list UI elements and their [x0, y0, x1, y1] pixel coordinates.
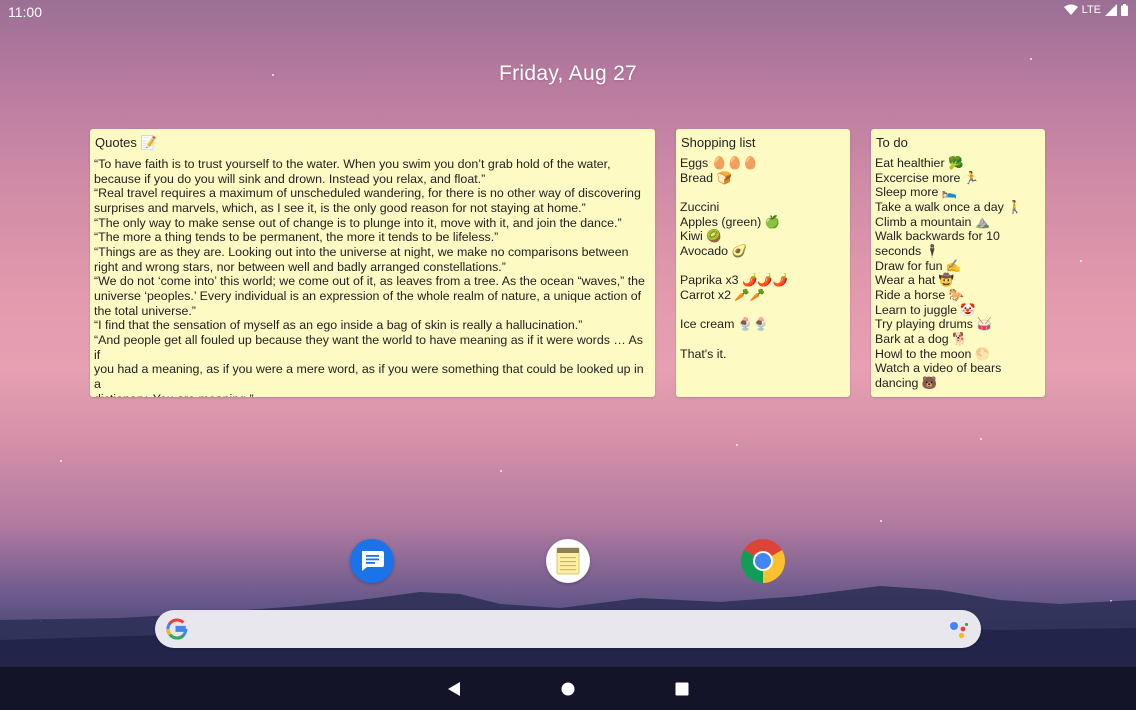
widget-title: To do	[876, 135, 908, 150]
note-line: Ride a horse 🐎	[875, 287, 965, 302]
messages-app-icon[interactable]	[350, 539, 394, 583]
date-widget[interactable]: Friday, Aug 27	[0, 62, 1136, 86]
note-line: “Things are as they are. Looking out int…	[94, 244, 629, 259]
note-line: Avocado 🥑	[680, 243, 747, 258]
note-line: Draw for fun ✍️	[875, 258, 962, 273]
google-assistant-icon[interactable]	[949, 621, 969, 643]
battery-icon	[1121, 4, 1128, 16]
note-line	[680, 303, 846, 318]
note-line	[680, 332, 846, 347]
widget-body: Eggs 🥚🥚🥚 Bread 🍞 Zuccini Apples (green) 🍏 K…	[680, 156, 846, 361]
navigation-bar	[0, 667, 1136, 710]
note-line: Kiwi 🥝	[680, 229, 722, 244]
notes-app-icon[interactable]	[546, 539, 590, 583]
note-line: Eggs 🥚🥚🥚	[680, 156, 758, 170]
note-line: Learn to juggle 🤡	[875, 302, 976, 317]
home-icon[interactable]	[561, 681, 575, 700]
note-line: dictionary. You are meaning.”	[94, 392, 651, 398]
note-line: the total universe.”	[94, 303, 196, 318]
wifi-icon	[1063, 4, 1078, 16]
note-line: Climb a mountain ⛰️	[875, 214, 991, 229]
note-line: “To have faith is to trust yourself to t…	[94, 157, 611, 171]
note-line: Paprika x3 🌶️🌶️🌶️	[680, 273, 789, 288]
widget-body: Eat healthier 🥦 Excercise more 🏃 Sleep mor…	[875, 156, 1041, 391]
back-icon[interactable]	[447, 681, 461, 701]
status-bar: 11:00 LTE	[0, 0, 1136, 24]
note-line: Wear a hat 🤠	[875, 273, 955, 288]
note-line: seconds 🕴️	[875, 243, 941, 258]
note-line: “Real travel requires a maximum of unsch…	[94, 186, 641, 201]
note-line: Howl to the moon 🌕	[875, 346, 991, 361]
recents-icon[interactable]	[675, 681, 689, 700]
note-line: Watch a video of bears	[875, 361, 1002, 376]
quotes-note-widget[interactable]: Quotes 📝 “To have faith is to trust your…	[90, 129, 655, 397]
note-line: “We do not ‘come into’ this world; we co…	[94, 274, 645, 289]
widget-title: Shopping list	[681, 135, 756, 150]
note-line: “And people get all fouled up because th…	[94, 332, 647, 362]
note-line: Take a walk once a day 🚶	[875, 199, 1023, 214]
note-line: surprises and marvels, which, as I see i…	[94, 200, 586, 215]
note-line: Zuccini	[680, 199, 720, 214]
note-line	[680, 185, 846, 200]
google-search-bar[interactable]	[155, 610, 981, 648]
note-line	[680, 259, 846, 274]
note-line: Excercise more 🏃	[875, 170, 980, 185]
shopping-list-note-widget[interactable]: Shopping list Eggs 🥚🥚🥚 Bread 🍞 Zuccini App…	[676, 129, 850, 397]
google-g-icon	[166, 618, 188, 644]
widget-body: “To have faith is to trust yourself to t…	[94, 157, 651, 397]
chrome-app-icon[interactable]	[741, 539, 785, 583]
note-line: Ice cream 🍨🍨	[680, 317, 769, 332]
note-line: universe ‘peoples.’ Every individual is …	[94, 288, 642, 303]
widget-title: Quotes 📝	[95, 135, 157, 150]
note-line: “I find that the sensation of myself as …	[94, 318, 583, 333]
note-line: Bark at a dog 🐕	[875, 331, 968, 346]
status-icons: LTE	[1063, 4, 1128, 16]
note-line: dancing 🐻	[875, 375, 938, 390]
note-line: Walk backwards for 10	[875, 229, 1000, 244]
note-line: Sleep more 🛌	[875, 185, 958, 200]
network-label: LTE	[1081, 4, 1101, 16]
note-line: Bread 🍞	[680, 170, 732, 185]
todo-note-widget[interactable]: To do Eat healthier 🥦 Excercise more 🏃 Sle…	[871, 129, 1045, 397]
note-line: Apples (green) 🍏	[680, 214, 781, 229]
note-line: Try playing drums 🥁	[875, 317, 992, 332]
note-line: “The more a thing tends to be permanent,…	[94, 230, 499, 245]
note-line: because if you do you will sink and drow…	[94, 171, 486, 186]
note-line: Eat healthier 🥦	[875, 156, 964, 170]
note-line: right and wrong stars, nor between well …	[94, 259, 506, 274]
status-time: 11:00	[8, 4, 42, 20]
signal-icon	[1105, 4, 1117, 16]
note-line: “The only way to make sense out of chang…	[94, 215, 622, 230]
note-line: Carrot x2 🥕🥕	[680, 287, 766, 302]
note-line: you had a meaning, as if you were a mere…	[94, 362, 648, 391]
note-line: That's it.	[680, 346, 727, 361]
